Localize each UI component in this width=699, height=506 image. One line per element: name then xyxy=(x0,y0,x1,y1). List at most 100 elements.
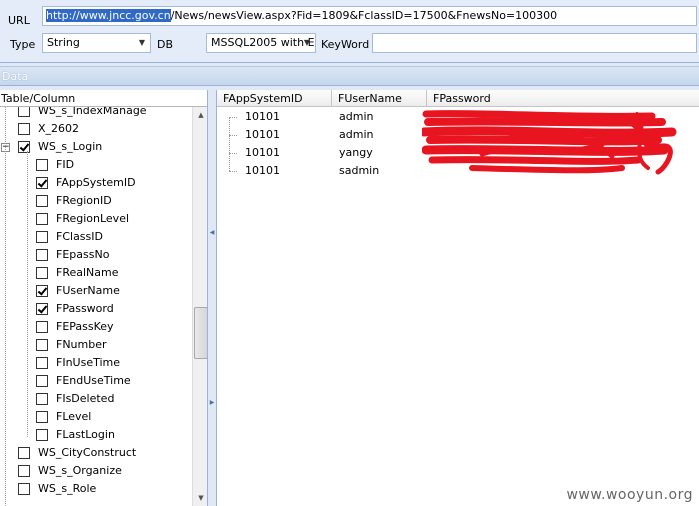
tree-column-node[interactable]: FEpassNo xyxy=(0,247,192,265)
redaction-stroke xyxy=(428,156,642,165)
checkbox-icon[interactable] xyxy=(36,321,48,333)
url-input[interactable]: http://www.jncc.gov.cn/News/newsView.asp… xyxy=(42,6,697,26)
type-select[interactable]: String ▼ xyxy=(42,33,151,53)
checkbox-icon[interactable] xyxy=(36,231,48,243)
table-cell: 10101 xyxy=(245,110,280,123)
db-label: DB xyxy=(157,38,174,51)
checkbox-icon[interactable] xyxy=(36,249,48,261)
checkbox-icon[interactable] xyxy=(36,357,48,369)
checkbox-icon[interactable] xyxy=(36,339,48,351)
tree-column-node[interactable]: FEPassKey xyxy=(0,319,192,337)
scroll-down-icon[interactable]: ▼ xyxy=(193,490,207,506)
tree-table-node[interactable]: WS_s_Organize xyxy=(0,463,192,481)
checkbox-icon[interactable] xyxy=(36,195,48,207)
tree-table-node[interactable]: X_2602 xyxy=(0,121,192,139)
table-cell: admin xyxy=(339,128,374,141)
tree-column-label: FUserName xyxy=(56,284,120,297)
tree-column-label: FLastLogin xyxy=(56,428,115,441)
checkbox-checked-icon[interactable] xyxy=(36,285,48,297)
scroll-thumb[interactable] xyxy=(194,307,207,359)
tree-column-label: FLevel xyxy=(56,410,92,423)
tree-column-node[interactable]: FNumber xyxy=(0,337,192,355)
checkbox-icon[interactable] xyxy=(36,159,48,171)
row-connector xyxy=(229,153,237,154)
redaction-stroke xyxy=(422,126,677,138)
tree-column-label: FClassID xyxy=(56,230,103,243)
tree-table-node[interactable]: WS_s_Login − xyxy=(0,139,192,157)
watermark: www.wooyun.org xyxy=(566,487,693,503)
tree-column-label: FID xyxy=(56,158,75,171)
tree-table-node[interactable]: WS_s_Role xyxy=(0,481,192,499)
tree-column-node[interactable]: FLevel xyxy=(0,409,192,427)
tree-column-node[interactable]: FAppSystemID xyxy=(0,175,192,193)
data-grid: FAppSystemID FUserName FPassword 10101 ad… xyxy=(216,90,699,506)
checkbox-icon[interactable] xyxy=(36,411,48,423)
tree-column-node[interactable]: FClassID xyxy=(0,229,192,247)
tree-table-label: WS_s_Organize xyxy=(38,464,122,477)
tree-table-label: WS_s_IndexManage xyxy=(38,107,147,117)
tree-column-node[interactable]: FRealName xyxy=(0,265,192,283)
checkbox-icon[interactable] xyxy=(36,429,48,441)
scroll-up-icon[interactable]: ▲ xyxy=(193,107,207,123)
tree-column-label: FEndUseTime xyxy=(56,374,131,387)
checkbox-checked-icon[interactable] xyxy=(36,303,48,315)
collapse-right-icon[interactable]: ▶ xyxy=(209,398,215,408)
section-title: Data xyxy=(2,70,29,83)
tree-column-node[interactable]: FLastLogin xyxy=(0,427,192,445)
row-connector xyxy=(229,117,237,118)
redaction-scribble xyxy=(422,110,677,175)
tree-table-label: WS_s_Login xyxy=(38,140,103,153)
table-cell: 10101 xyxy=(245,128,280,141)
tree-table-node[interactable]: WS_CityConstruct xyxy=(0,445,192,463)
redaction-stroke xyxy=(422,110,656,120)
checkbox-icon[interactable] xyxy=(18,447,30,459)
tree-column-node[interactable]: FID xyxy=(0,157,192,175)
checkbox-icon[interactable] xyxy=(18,483,30,495)
tree-column-node[interactable]: FInUseTime xyxy=(0,355,192,373)
checkbox-checked-icon[interactable] xyxy=(36,177,48,189)
checkbox-checked-icon[interactable] xyxy=(18,141,30,153)
chevron-down-icon: ▼ xyxy=(138,38,146,47)
tree-column-label: FRegionLevel xyxy=(56,212,130,225)
checkbox-icon[interactable] xyxy=(18,465,30,477)
column-header[interactable]: FAppSystemID xyxy=(217,90,332,107)
checkbox-icon[interactable] xyxy=(18,123,30,135)
checkbox-icon[interactable] xyxy=(36,375,48,387)
checkbox-icon[interactable] xyxy=(18,107,30,117)
table-tree: WS_s_IndexManage X_2602 WS_s_Login − FID FApp… xyxy=(0,107,192,506)
keyword-input[interactable] xyxy=(372,33,697,53)
redaction-stroke xyxy=(469,165,625,174)
tree-scrollbar[interactable]: ▲ ▼ xyxy=(192,107,207,506)
tree-connector xyxy=(27,151,28,437)
tree-column-label: FIsDeleted xyxy=(56,392,115,405)
tree-column-label: FNumber xyxy=(56,338,107,351)
tree-column-label: FRealName xyxy=(56,266,119,279)
column-header[interactable]: FPassword xyxy=(427,90,699,107)
tree-table-node[interactable]: WS_s_IndexManage xyxy=(0,107,192,121)
url-host-selected: http://www.jncc.gov.cn xyxy=(46,9,171,22)
chevron-down-icon: ▼ xyxy=(303,38,311,47)
checkbox-icon[interactable] xyxy=(36,267,48,279)
tree-column-label: FEPassKey xyxy=(56,320,114,333)
checkbox-icon[interactable] xyxy=(36,213,48,225)
tree-column-node[interactable]: FRegionID xyxy=(0,193,192,211)
tree-column-label: FRegionID xyxy=(56,194,112,207)
tree-column-node[interactable]: FRegionLevel xyxy=(0,211,192,229)
tree-column-node[interactable]: FUserName xyxy=(0,283,192,301)
table-cell: 10101 xyxy=(245,164,280,177)
tree-column-node[interactable]: FIsDeleted xyxy=(0,391,192,409)
tree-table-label: WS_s_Role xyxy=(38,482,97,495)
type-select-value: String xyxy=(47,36,80,49)
panel-splitter[interactable]: ◀ ▶ xyxy=(208,90,216,506)
collapse-left-icon[interactable]: ◀ xyxy=(209,228,215,238)
tree-column-node[interactable]: FEndUseTime xyxy=(0,373,192,391)
url-label: URL xyxy=(8,14,30,27)
tree-column-label: FPassword xyxy=(56,302,114,315)
tree-column-node[interactable]: FPassword xyxy=(0,301,192,319)
table-cell: yangy xyxy=(339,146,373,159)
column-header[interactable]: FUserName xyxy=(332,90,427,107)
tree-column-label: FAppSystemID xyxy=(56,176,136,189)
db-select[interactable]: MSSQL2005 with E ▼ xyxy=(206,33,316,53)
section-title-bar: Data xyxy=(0,66,699,86)
checkbox-icon[interactable] xyxy=(36,393,48,405)
